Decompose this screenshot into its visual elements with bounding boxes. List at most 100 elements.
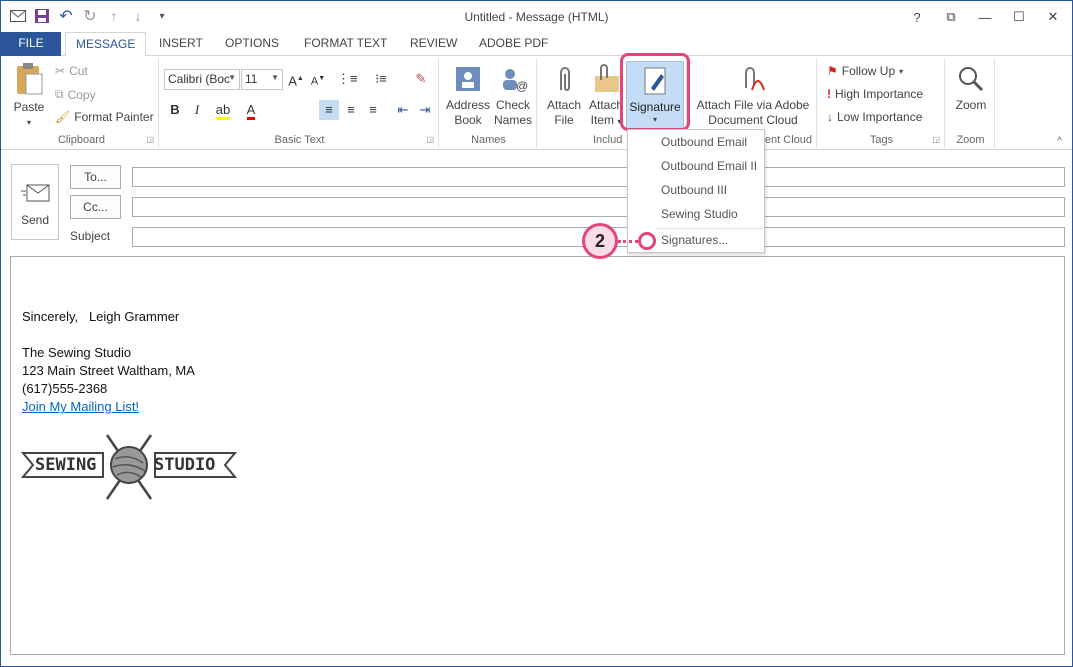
tab-adobe-pdf[interactable]: ADOBE PDF [469, 32, 558, 56]
chevron-down-icon: ▾ [899, 66, 904, 76]
flag-icon: ⚑ [827, 64, 838, 78]
attach-file-button[interactable]: Attach File [542, 64, 586, 128]
signature-highlight [620, 53, 690, 131]
align-center-icon[interactable]: ≡ [341, 100, 361, 120]
exclamation-icon: ! [827, 87, 831, 101]
check-names-icon: @ [503, 69, 528, 93]
minimize-button[interactable]: — [974, 7, 996, 27]
collapse-ribbon-icon[interactable]: ^ [1057, 136, 1062, 147]
signature-item-outbound-email[interactable]: Outbound Email [661, 135, 747, 149]
bullets-icon[interactable]: ⋮≡ [337, 69, 358, 89]
dialog-launcher-icon[interactable]: ◲ [932, 135, 940, 144]
grow-font-icon[interactable]: A▲ [286, 69, 306, 89]
dialog-launcher-icon[interactable]: ◲ [426, 135, 434, 144]
signatures-settings-item[interactable]: Signatures... [661, 233, 728, 247]
italic-icon[interactable]: I [187, 100, 207, 120]
send-button[interactable]: Send [11, 164, 59, 240]
attach-adobe-label-2: Document Cloud [708, 113, 798, 127]
copy-icon: ⧉ [55, 87, 64, 101]
mailing-list-link[interactable]: Join My Mailing List! [22, 399, 139, 414]
follow-up-button[interactable]: ⚑ Follow Up ▾ [827, 64, 903, 78]
format-painter-button[interactable]: 🖌 Format Painter [55, 110, 154, 124]
font-name-select[interactable]: Calibri (Boc ▼ [164, 69, 240, 90]
signature-item-outbound-email-ii[interactable]: Outbound Email II [661, 159, 757, 173]
maximize-button[interactable]: ☐ [1008, 7, 1030, 27]
paste-button[interactable]: Paste ▾ [9, 62, 49, 130]
address-book-button[interactable]: Address Book [443, 64, 493, 128]
attach-file-label-1: Attach [546, 98, 582, 112]
chevron-down-icon: ▼ [228, 73, 236, 82]
cc-field[interactable] [132, 197, 1065, 217]
signature-company: The Sewing Studio [22, 345, 132, 360]
magnifier-icon [959, 67, 984, 92]
help-button[interactable]: ? [906, 7, 928, 27]
shrink-font-icon[interactable]: A▼ [308, 69, 328, 89]
attach-file-adobe-button[interactable]: Attach File via Adobe Document Cloud [691, 64, 815, 128]
callout-target-ring [638, 232, 656, 250]
font-name-value: Calibri (Boc [168, 72, 231, 86]
send-label: Send [20, 213, 50, 227]
bold-icon[interactable]: B [165, 100, 185, 120]
clear-formatting-icon[interactable]: ✎ [411, 69, 431, 89]
copy-button[interactable]: ⧉ Copy [55, 87, 96, 102]
signature-item-outbound-iii[interactable]: Outbound III [661, 183, 727, 197]
align-left-icon[interactable]: ≡ [319, 100, 339, 120]
cc-button[interactable]: Cc... [70, 195, 121, 219]
check-names-label-1: Check [495, 98, 530, 112]
high-importance-button[interactable]: ! High Importance [827, 87, 923, 101]
format-painter-label: Format Painter [74, 110, 154, 124]
chevron-down-icon: ▼ [271, 73, 279, 82]
ribbon: Paste ▾ ✂ Cut ⧉ Copy 🖌 Format Painter Cl… [1, 56, 1072, 150]
low-importance-label: Low Importance [837, 110, 923, 124]
tab-file[interactable]: FILE [1, 32, 61, 56]
scissors-icon: ✂ [55, 64, 66, 78]
paintbrush-icon: 🖌 [55, 110, 71, 124]
zoom-button[interactable]: Zoom [949, 64, 993, 113]
names-group-label: Names [471, 134, 506, 146]
address-book-icon [456, 67, 480, 91]
window-controls: ? ⧉ — ☐ ✕ [906, 7, 1064, 27]
zoom-group: Zoom Zoom [947, 58, 995, 148]
dialog-launcher-icon[interactable]: ◲ [146, 135, 154, 144]
increase-indent-icon[interactable]: ⇥ [415, 100, 435, 120]
logo-text-right: STUDIO [154, 455, 216, 475]
check-names-button[interactable]: @ Check Names [491, 64, 535, 128]
attach-item-icon [595, 64, 619, 92]
font-size-value: 11 [245, 72, 258, 86]
signature-phone: (617)555-2368 [22, 381, 108, 396]
cut-button[interactable]: ✂ Cut [55, 64, 88, 78]
svg-text:@: @ [516, 79, 528, 93]
message-body[interactable]: Sincerely, Leigh Grammer The Sewing Stud… [10, 256, 1065, 655]
font-color-icon[interactable]: A [241, 100, 261, 120]
tab-insert[interactable]: INSERT [149, 32, 213, 56]
copy-label: Copy [67, 87, 96, 102]
tab-options[interactable]: OPTIONS [215, 32, 289, 56]
subject-label: Subject [70, 229, 111, 243]
attach-adobe-label-1: Attach File via Adobe [696, 98, 810, 112]
tab-review[interactable]: REVIEW [400, 32, 467, 56]
low-importance-button[interactable]: ↓ Low Importance [827, 110, 922, 124]
font-size-select[interactable]: 11 ▼ [241, 69, 283, 90]
sewing-studio-logo: SEWING STUDIO [20, 433, 238, 501]
clipboard-group-label: Clipboard [57, 134, 106, 146]
align-right-icon[interactable]: ≡ [363, 100, 383, 120]
decrease-indent-icon[interactable]: ⇤ [393, 100, 413, 120]
paperclip-icon [560, 67, 570, 91]
zoom-group-label: Zoom [956, 134, 985, 146]
to-field[interactable] [132, 167, 1065, 187]
attach-file-label-2: File [554, 113, 574, 127]
ribbon-display-button[interactable]: ⧉ [940, 7, 962, 27]
highlight-color-icon[interactable]: ab [213, 100, 233, 120]
tags-group: ⚑ Follow Up ▾ ! High Importance ↓ Low Im… [819, 58, 945, 148]
follow-up-label: Follow Up [841, 64, 896, 78]
to-button[interactable]: To... [70, 165, 121, 189]
tab-message[interactable]: MESSAGE [65, 32, 147, 57]
signature-item-sewing-studio[interactable]: Sewing Studio [661, 207, 738, 221]
close-button[interactable]: ✕ [1042, 7, 1064, 27]
address-book-label-2: Book [454, 113, 482, 127]
check-names-label-2: Names [493, 113, 532, 127]
numbering-icon[interactable]: ⁝≡ [371, 69, 391, 89]
tab-format-text[interactable]: FORMAT TEXT [294, 32, 397, 56]
outlook-message-window: ↶ ↻ ↑ ↓ ▾ Untitled - Message (HTML) ? ⧉ … [0, 0, 1073, 667]
paste-label: Paste [13, 100, 45, 114]
